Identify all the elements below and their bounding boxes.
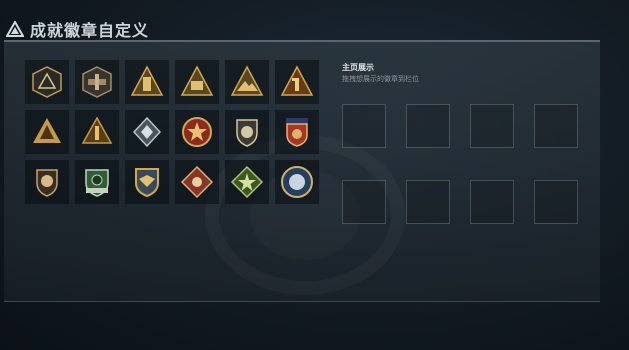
crest-eagle-badge-icon [135,168,159,198]
mountain-pass-badge-icon [230,65,264,96]
badge-slot[interactable] [75,160,119,204]
showcase-slot-5[interactable] [342,180,386,224]
red-diamond-badge-icon [180,165,214,199]
badge-slot[interactable] [25,110,69,154]
badge-slot[interactable] [225,160,269,204]
aircraft-badge-icon [82,66,112,98]
showcase-subtitle: 拖拽想展示的徽章到栏位 [342,76,419,83]
showcase-slots [342,104,578,224]
star-seal-badge-icon [182,117,212,147]
showcase-slot-2[interactable] [406,104,450,148]
diamond-hex-badge-icon [132,116,162,148]
lion-shield-badge-icon [36,169,58,197]
badge-slot[interactable] [175,110,219,154]
stars-ribbon-badge-icon [286,118,308,147]
showcase-slot-7[interactable] [470,180,514,224]
badge-slot[interactable] [175,160,219,204]
badge-slot[interactable] [75,110,119,154]
blue-wolf-badge-icon [281,166,313,198]
badge-slot[interactable] [125,60,169,104]
badge-grid [25,60,319,204]
badge-slot[interactable] [225,60,269,104]
badge-slot[interactable] [275,160,319,204]
badge-slot[interactable] [275,60,319,104]
showcase-slot-3[interactable] [470,104,514,148]
green-star-badge-icon [230,165,264,199]
showcase-title: 主页展示 [342,63,374,72]
badge-slot[interactable] [75,60,119,104]
badge-slot[interactable] [175,60,219,104]
soldier-badge-icon [81,116,113,144]
badge-slot[interactable] [125,160,169,204]
showcase-slot-6[interactable] [406,180,450,224]
triangle-emblem-badge-icon [32,66,62,98]
showcase-slot-8[interactable] [534,180,578,224]
triangle-logo-icon [6,21,24,37]
tower-badge-icon [130,65,164,96]
shield-star-badge-icon [236,119,258,147]
badge-slot[interactable] [25,160,69,204]
silhouettes-badge-icon [33,118,61,143]
showcase-slot-1[interactable] [342,104,386,148]
badge-slot[interactable] [125,110,169,154]
number-one-badge-icon [280,65,314,96]
vehicle-badge-icon [180,65,214,96]
page-header: 成就徽章自定义 [6,18,149,40]
badge-slot[interactable] [25,60,69,104]
showcase-slot-4[interactable] [534,104,578,148]
green-shield-badge-icon [85,169,109,197]
page-title: 成就徽章自定义 [30,21,150,40]
badge-slot[interactable] [225,110,269,154]
badge-slot[interactable] [275,110,319,154]
